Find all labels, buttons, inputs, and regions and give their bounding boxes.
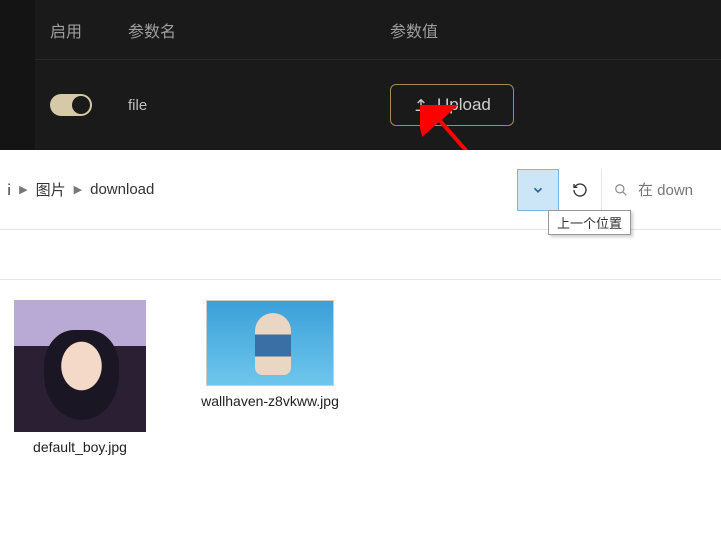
file-item[interactable]: default_boy.jpg	[10, 300, 150, 456]
breadcrumb-root[interactable]: ⅰ	[5, 177, 13, 203]
enable-toggle[interactable]	[50, 94, 92, 116]
table-row: file Upload	[0, 60, 721, 150]
api-params-panel: 启用 参数名 参数值 file Upload	[0, 0, 721, 150]
search-icon	[614, 183, 628, 197]
file-thumbnail	[206, 300, 334, 386]
col-header-enable: 启用	[50, 18, 128, 42]
history-dropdown-button[interactable]	[517, 169, 559, 211]
breadcrumb-item[interactable]: download	[88, 177, 156, 202]
file-grid: default_boy.jpg wallhaven-z8vkww.jpg	[0, 280, 721, 476]
breadcrumb: ⅰ ▶ 图片 ▶ download	[5, 175, 517, 204]
table-header-row: 启用 参数名 参数值	[0, 0, 721, 60]
chevron-down-icon	[531, 183, 545, 197]
file-name: wallhaven-z8vkww.jpg	[200, 392, 340, 410]
search-placeholder: 在 down	[638, 179, 693, 200]
refresh-icon	[572, 182, 588, 198]
upload-button[interactable]: Upload	[390, 84, 514, 126]
breadcrumb-item[interactable]: 图片	[34, 175, 68, 204]
chevron-right-icon: ▶	[68, 183, 88, 196]
tooltip: 上一个位置	[548, 210, 631, 235]
param-name: file	[128, 97, 390, 114]
file-item[interactable]: wallhaven-z8vkww.jpg	[200, 300, 340, 456]
col-header-name: 参数名	[128, 18, 390, 42]
address-bar: ⅰ ▶ 图片 ▶ download 在 down 上一个位置	[0, 150, 721, 230]
col-header-value: 参数值	[390, 18, 721, 42]
explorer-toolbar	[0, 230, 721, 280]
file-thumbnail	[14, 300, 146, 432]
upload-icon	[413, 97, 429, 113]
refresh-button[interactable]	[559, 169, 601, 211]
chevron-right-icon: ▶	[13, 183, 33, 196]
search-input[interactable]: 在 down	[601, 169, 721, 211]
file-name: default_boy.jpg	[10, 438, 150, 456]
upload-button-label: Upload	[437, 95, 491, 115]
file-explorer-window: ⅰ ▶ 图片 ▶ download 在 down 上一个位置 default_b…	[0, 150, 721, 547]
